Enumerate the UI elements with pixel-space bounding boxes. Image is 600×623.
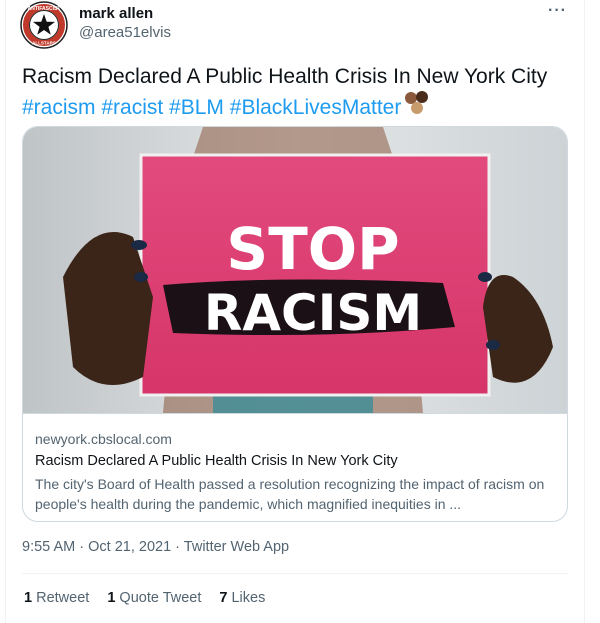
engagement-stats: 1 Retweet 1 Quote Tweet 7 Likes [24,590,283,606]
author-handle[interactable]: @area51elvis [79,24,171,41]
card-body: newyork.cbslocal.com Racism Declared A P… [23,413,567,521]
avatar-logo-text-bottom: ALLSTARS [32,41,56,46]
link-preview-card[interactable]: STOP RACISM newyork.cbslocal.com Racism … [22,126,568,522]
tweet-body-text: Racism Declared A Public Health Crisis I… [22,65,548,88]
card-image: STOP RACISM [23,127,567,413]
likes-count: 7 [219,590,228,606]
card-title: Racism Declared A Public Health Crisis I… [35,453,398,469]
likes-label: Likes [231,590,266,606]
hashtag-blm[interactable]: #BLM [169,96,224,119]
hashtag-blacklivesmatter[interactable]: #BlackLivesMatter [230,96,402,119]
hashtag-racism[interactable]: #racism [22,96,96,119]
quote-tweets-label: Quote Tweet [119,590,202,606]
retweets-label: Retweet [36,590,90,606]
antifascist-allstars-logo: ANTIFASCIST ALLSTARS [20,1,68,49]
quote-tweets-stat[interactable]: 1 Quote Tweet [107,590,201,606]
likes-stat[interactable]: 7 Likes [219,590,265,606]
divider [22,573,568,574]
card-domain: newyork.cbslocal.com [35,431,172,447]
quote-tweets-count: 1 [107,590,116,606]
hashtag-racist[interactable]: #racist [101,96,163,119]
tweet-source[interactable]: Twitter Web App [184,539,289,555]
meta-separator-2: · [175,539,181,555]
more-options-icon[interactable]: ··· [548,2,567,20]
sign-text-line2: RACISM [204,284,422,342]
tweet-time[interactable]: 9:55 AM [22,539,75,555]
retweets-count: 1 [24,590,33,606]
tweet-text: Racism Declared A Public Health Crisis I… [22,63,552,123]
retweets-stat[interactable]: 1 Retweet [24,590,89,606]
raised-fists-emoji-icon [403,90,431,123]
avatar[interactable]: ANTIFASCIST ALLSTARS [20,1,68,49]
avatar-logo-text-top: ANTIFASCIST [28,6,61,12]
meta-separator: · [79,539,85,555]
author-display-name[interactable]: mark allen [79,5,153,22]
card-description: The city's Board of Health passed a reso… [35,476,545,512]
sign-text-line1: STOP [226,215,399,283]
tweet-meta: 9:55 AM · Oct 21, 2021 · Twitter Web App [22,539,289,555]
tweet-date[interactable]: Oct 21, 2021 [88,539,171,555]
